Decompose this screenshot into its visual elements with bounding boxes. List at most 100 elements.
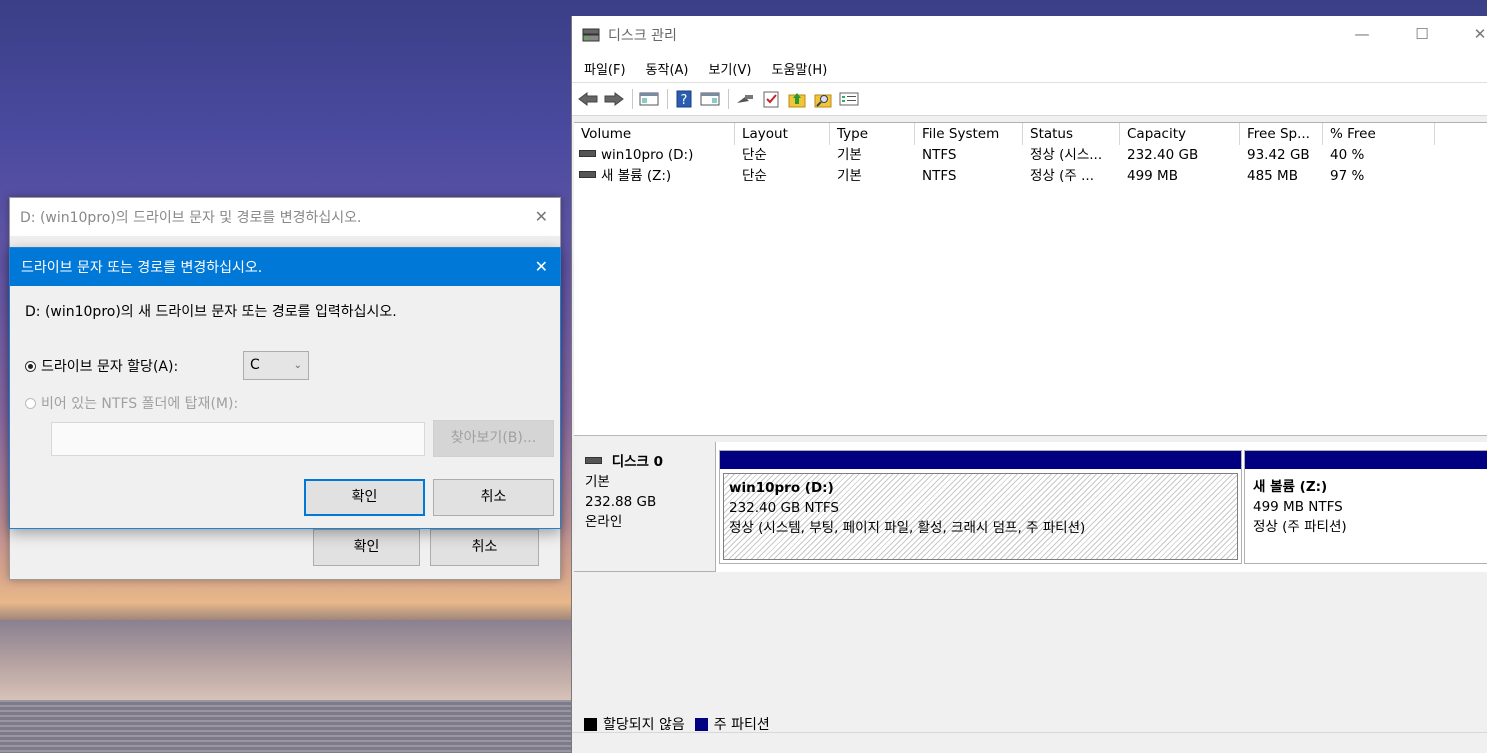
radio-unselected-icon bbox=[25, 397, 36, 409]
dialog-title-bar[interactable]: 드라이브 문자 또는 경로를 변경하십시오. ✕ bbox=[10, 248, 560, 286]
cancel-button[interactable]: 취소 bbox=[430, 529, 539, 566]
volume-layout: 단순 bbox=[742, 147, 767, 163]
close-icon[interactable]: ✕ bbox=[535, 207, 548, 226]
disk-0-header[interactable]: 디스크 0 기본 232.88 GB 온라인 bbox=[574, 442, 716, 572]
svg-text:?: ? bbox=[681, 93, 688, 108]
disk-size: 232.88 GB bbox=[585, 494, 657, 510]
assign-letter-radio[interactable]: 드라이브 문자 할당(A): bbox=[25, 356, 178, 376]
maximize-button[interactable]: ☐ bbox=[1412, 24, 1432, 44]
dialog-title: 드라이브 문자 또는 경로를 변경하십시오. bbox=[21, 260, 263, 276]
change-letter-or-path-dialog: 드라이브 문자 또는 경로를 변경하십시오. ✕ D: (win10pro)의 … bbox=[9, 247, 561, 529]
toolbar-separator bbox=[632, 89, 633, 109]
ok-button[interactable]: 확인 bbox=[304, 479, 425, 516]
partition-d[interactable]: win10pro (D:) 232.40 GB NTFS 정상 (시스템, 부팅… bbox=[719, 450, 1242, 564]
title-bar[interactable]: 디스크 관리 — ☐ ✕ bbox=[572, 16, 1487, 54]
column-file-system[interactable]: File System bbox=[915, 123, 1023, 145]
legend-primary: 주 파티션 bbox=[713, 717, 770, 733]
browse-button[interactable]: 찾아보기(B)... bbox=[433, 420, 554, 457]
partition-z-status: 정상 (주 파티션) bbox=[1253, 519, 1347, 535]
partition-z[interactable]: 새 볼륨 (Z:) 499 MB NTFS 정상 (주 파티션) bbox=[1244, 450, 1487, 564]
volume-free: 485 MB bbox=[1247, 168, 1298, 184]
volume-status: 정상 (시스... bbox=[1030, 147, 1103, 163]
folder-up-icon[interactable] bbox=[787, 90, 807, 108]
dialog-prompt: D: (win10pro)의 새 드라이브 문자 또는 경로를 입력하십시오. bbox=[25, 304, 397, 320]
assign-letter-label: 드라이브 문자 할당(A): bbox=[41, 359, 179, 375]
disk-icon bbox=[585, 456, 602, 464]
volume-layout: 단순 bbox=[742, 168, 767, 184]
drive-letter-value: C bbox=[250, 357, 260, 373]
primary-partition-bar bbox=[1245, 451, 1487, 469]
drive-letter-select[interactable]: C ⌄ bbox=[243, 351, 309, 380]
disk-graphical-view: 디스크 0 기본 232.88 GB 온라인 win10pro (D:) 232… bbox=[574, 442, 1487, 753]
ok-button[interactable]: 확인 bbox=[313, 529, 420, 566]
column-status[interactable]: Status bbox=[1023, 123, 1120, 145]
folder-search-icon[interactable] bbox=[813, 90, 833, 108]
close-icon[interactable]: ✕ bbox=[535, 257, 548, 276]
column-type[interactable]: Type bbox=[830, 123, 915, 145]
volume-type: 기본 bbox=[837, 168, 862, 184]
checklist-icon[interactable] bbox=[761, 90, 781, 108]
volume-type: 기본 bbox=[837, 147, 862, 163]
volume-percent-free: 97 % bbox=[1330, 168, 1365, 184]
volume-percent-free: 40 % bbox=[1330, 147, 1365, 163]
properties-icon[interactable] bbox=[839, 90, 859, 108]
partition-z-body: 새 볼륨 (Z:) 499 MB NTFS 정상 (주 파티션) bbox=[1248, 473, 1487, 560]
volume-icon bbox=[579, 170, 596, 178]
close-button[interactable]: ✕ bbox=[1470, 24, 1487, 44]
disk-type: 기본 bbox=[585, 474, 610, 490]
volume-name: win10pro (D:) bbox=[601, 147, 694, 163]
unallocated-swatch bbox=[584, 717, 597, 731]
console-tree-icon[interactable] bbox=[639, 90, 659, 108]
menu-bar: 파일(F) 동작(A) 보기(V) 도움말(H) bbox=[572, 54, 1487, 83]
column-free-space[interactable]: Free Sp... bbox=[1240, 123, 1323, 145]
window-title: 디스크 관리 bbox=[608, 28, 677, 44]
column-capacity[interactable]: Capacity bbox=[1120, 123, 1240, 145]
back-arrow-icon[interactable] bbox=[578, 90, 598, 108]
primary-partition-swatch bbox=[694, 717, 708, 731]
volume-list: win10pro (D:) 단순 기본 NTFS 정상 (시스... 232.4… bbox=[574, 145, 1487, 435]
volume-free: 93.42 GB bbox=[1247, 147, 1310, 163]
mount-folder-label: 비어 있는 NTFS 폴더에 탑재(M): bbox=[41, 396, 239, 412]
menu-file[interactable]: 파일(F) bbox=[584, 59, 626, 78]
volume-list-header: Volume Layout Type File System Status Ca… bbox=[574, 122, 1487, 146]
volume-fs: NTFS bbox=[922, 168, 957, 184]
menu-help[interactable]: 도움말(H) bbox=[771, 59, 827, 78]
status-bar bbox=[572, 732, 1487, 753]
toolbar: ? bbox=[572, 83, 1487, 116]
desktop-water bbox=[0, 700, 600, 753]
table-row[interactable]: 새 볼륨 (Z:) 단순 기본 NTFS 정상 (주 ... 499 MB 48… bbox=[574, 166, 1487, 187]
partition-d-size: 232.40 GB NTFS bbox=[729, 500, 839, 516]
volume-capacity: 499 MB bbox=[1127, 168, 1178, 184]
toolbar-separator bbox=[667, 89, 668, 109]
cancel-button[interactable]: 취소 bbox=[433, 479, 554, 516]
show-action-pane-icon[interactable] bbox=[700, 90, 720, 108]
dialog-title-bar[interactable]: D: (win10pro)의 드라이브 문자 및 경로를 변경하십시오. ✕ bbox=[10, 198, 560, 236]
partition-z-size: 499 MB NTFS bbox=[1253, 499, 1343, 515]
folder-path-input[interactable] bbox=[51, 422, 425, 456]
minimize-button[interactable]: — bbox=[1352, 24, 1372, 44]
partition-d-status: 정상 (시스템, 부팅, 페이지 파일, 활성, 크래시 덤프, 주 파티션) bbox=[729, 520, 1086, 536]
menu-action[interactable]: 동작(A) bbox=[646, 59, 689, 78]
legend-unallocated: 할당되지 않음 bbox=[603, 717, 685, 733]
disk-name: 디스크 0 bbox=[611, 454, 664, 470]
menu-view[interactable]: 보기(V) bbox=[709, 59, 752, 78]
volume-capacity: 232.40 GB bbox=[1127, 147, 1199, 163]
toolbar-separator bbox=[728, 89, 729, 109]
volume-fs: NTFS bbox=[922, 147, 957, 163]
column-layout[interactable]: Layout bbox=[735, 123, 830, 145]
table-row[interactable]: win10pro (D:) 단순 기본 NTFS 정상 (시스... 232.4… bbox=[574, 145, 1487, 166]
mount-folder-radio[interactable]: 비어 있는 NTFS 폴더에 탑재(M): bbox=[25, 393, 238, 413]
partition-d-body: win10pro (D:) 232.40 GB NTFS 정상 (시스템, 부팅… bbox=[723, 473, 1238, 560]
forward-arrow-icon[interactable] bbox=[604, 90, 624, 108]
chevron-down-icon: ⌄ bbox=[293, 360, 302, 371]
primary-partition-bar bbox=[720, 451, 1241, 469]
column-volume[interactable]: Volume bbox=[574, 123, 735, 145]
volume-name: 새 볼륨 (Z:) bbox=[601, 168, 672, 184]
column-percent-free[interactable]: % Free bbox=[1323, 123, 1435, 145]
help-icon[interactable]: ? bbox=[674, 90, 694, 108]
volume-icon bbox=[579, 149, 596, 157]
connect-disk-icon[interactable] bbox=[735, 90, 755, 108]
disk-state: 온라인 bbox=[585, 514, 623, 530]
disk-management-window: 디스크 관리 — ☐ ✕ 파일(F) 동작(A) 보기(V) 도움말(H) ? … bbox=[571, 16, 1487, 753]
partition-d-name: win10pro (D:) bbox=[729, 480, 834, 496]
